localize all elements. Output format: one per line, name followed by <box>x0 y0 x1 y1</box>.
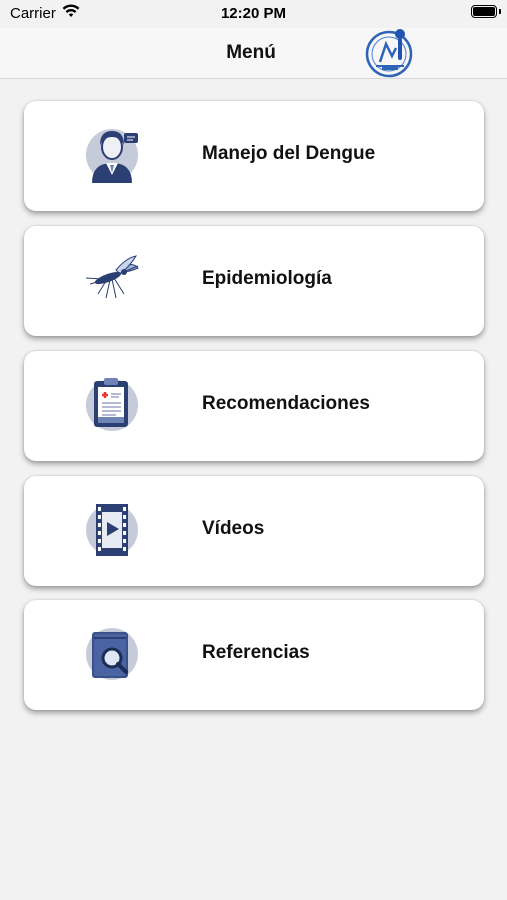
menu-item-label: Referencias <box>202 642 310 663</box>
battery-tip <box>499 9 501 14</box>
institution-logo-icon <box>362 28 418 80</box>
menu-item-manejo-dengue[interactable]: Manejo del Dengue <box>24 101 484 211</box>
menu-item-label: Vídeos <box>202 518 265 539</box>
menu-item-label: Recomendaciones <box>202 393 370 414</box>
film-play-icon <box>80 498 144 562</box>
status-bar: Carrier 12:20 PM <box>0 0 507 28</box>
menu-item-referencias[interactable]: Referencias <box>24 600 484 710</box>
menu-item-epidemiologia[interactable]: Epidemiología <box>24 226 484 336</box>
menu-item-label: Epidemiología <box>202 268 332 289</box>
navigation-bar: Menú <box>0 28 507 79</box>
clipboard-icon <box>80 373 144 437</box>
battery-icon <box>471 5 497 18</box>
menu-item-label: Manejo del Dengue <box>202 143 376 164</box>
menu-item-recomendaciones[interactable]: Recomendaciones <box>24 351 484 461</box>
mosquito-icon <box>80 248 144 312</box>
status-time: 12:20 PM <box>220 5 287 22</box>
menu-item-videos[interactable]: Vídeos <box>24 476 484 586</box>
page-title: Menú <box>226 42 276 63</box>
doctor-icon <box>80 123 144 187</box>
book-search-icon <box>80 622 144 686</box>
